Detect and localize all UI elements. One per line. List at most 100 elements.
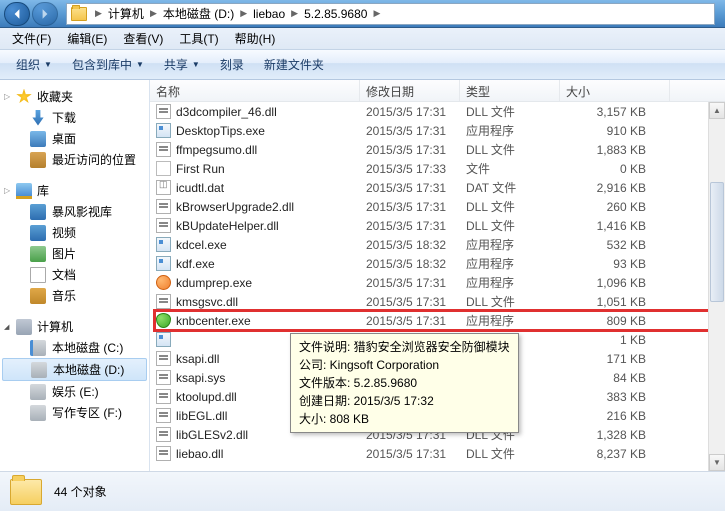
sidebar-item-baofeng[interactable]: 暴风影视库 bbox=[0, 201, 149, 222]
download-icon bbox=[30, 110, 46, 126]
toolbar: 组织▼ 包含到库中▼ 共享▼ 刻录 新建文件夹 bbox=[0, 50, 725, 80]
file-size: 809 KB bbox=[560, 314, 670, 328]
file-row[interactable]: kBrowserUpgrade2.dll2015/3/5 17:31DLL 文件… bbox=[150, 197, 725, 216]
file-name: ktoolupd.dll bbox=[176, 390, 237, 404]
sidebar-item-music[interactable]: 音乐 bbox=[0, 285, 149, 306]
toolbar-share[interactable]: 共享▼ bbox=[154, 52, 210, 77]
file-size: 910 KB bbox=[560, 124, 670, 138]
recent-icon bbox=[30, 152, 46, 168]
picture-icon bbox=[30, 246, 46, 262]
status-text: 44 个对象 bbox=[54, 483, 107, 500]
sidebar-group-computer[interactable]: 计算机 bbox=[0, 316, 149, 337]
file-name: libGLESv2.dll bbox=[176, 428, 248, 442]
sidebar-item-drive-d[interactable]: 本地磁盘 (D:) bbox=[2, 358, 147, 381]
sidebar-item-downloads[interactable]: 下载 bbox=[0, 107, 149, 128]
file-date: 2015/3/5 17:33 bbox=[360, 162, 460, 176]
breadcrumb-segment[interactable]: 计算机 bbox=[106, 5, 146, 22]
menu-file[interactable]: 文件(F) bbox=[4, 28, 59, 49]
sidebar-item-videos[interactable]: 视频 bbox=[0, 222, 149, 243]
file-row[interactable]: d3dcompiler_46.dll2015/3/5 17:31DLL 文件3,… bbox=[150, 102, 725, 121]
file-type-icon bbox=[156, 332, 171, 347]
file-type-icon bbox=[156, 389, 171, 404]
chevron-right-icon[interactable]: ▶ bbox=[236, 8, 251, 19]
file-row[interactable]: DesktopTips.exe2015/3/5 17:31应用程序910 KB bbox=[150, 121, 725, 140]
sidebar-group-favorites[interactable]: 收藏夹 bbox=[0, 86, 149, 107]
file-size: 1,328 KB bbox=[560, 428, 670, 442]
menu-help[interactable]: 帮助(H) bbox=[227, 28, 284, 49]
sidebar-item-pictures[interactable]: 图片 bbox=[0, 243, 149, 264]
file-type-icon bbox=[156, 161, 171, 176]
hdd-icon bbox=[31, 362, 47, 378]
file-size: 260 KB bbox=[560, 200, 670, 214]
file-date: 2015/3/5 17:31 bbox=[360, 295, 460, 309]
sidebar-item-drive-e[interactable]: 娱乐 (E:) bbox=[0, 381, 149, 402]
file-row[interactable]: kdumprep.exe2015/3/5 17:31应用程序1,096 KB bbox=[150, 273, 725, 292]
file-date: 2015/3/5 17:31 bbox=[360, 143, 460, 157]
file-type: 应用程序 bbox=[460, 122, 560, 139]
file-type-icon bbox=[156, 370, 171, 385]
file-size: 3,157 KB bbox=[560, 105, 670, 119]
menu-edit[interactable]: 编辑(E) bbox=[59, 28, 115, 49]
nav-back-button[interactable] bbox=[4, 2, 30, 26]
nav-forward-button[interactable] bbox=[32, 2, 58, 26]
file-type: DLL 文件 bbox=[460, 293, 560, 310]
sidebar-item-drive-c[interactable]: 本地磁盘 (C:) bbox=[0, 337, 149, 358]
file-type: DLL 文件 bbox=[460, 217, 560, 234]
file-size: 2,916 KB bbox=[560, 181, 670, 195]
toolbar-include-lib[interactable]: 包含到库中▼ bbox=[62, 52, 154, 77]
breadcrumb-segment[interactable]: liebao bbox=[251, 7, 287, 21]
menu-tools[interactable]: 工具(T) bbox=[171, 28, 226, 49]
vertical-scrollbar[interactable]: ▲ ▼ bbox=[708, 102, 725, 471]
menu-view[interactable]: 查看(V) bbox=[115, 28, 171, 49]
music-icon bbox=[30, 288, 46, 304]
breadcrumb-segment[interactable]: 5.2.85.9680 bbox=[302, 7, 369, 21]
file-row[interactable]: liebao.dll2015/3/5 17:31DLL 文件8,237 KB bbox=[150, 444, 725, 463]
chevron-right-icon[interactable]: ▶ bbox=[287, 8, 302, 19]
file-row[interactable]: kdcel.exe2015/3/5 18:32应用程序532 KB bbox=[150, 235, 725, 254]
file-name: kBUpdateHelper.dll bbox=[176, 219, 279, 233]
toolbar-organize[interactable]: 组织▼ bbox=[6, 52, 62, 77]
file-type-icon bbox=[156, 351, 171, 366]
file-type-icon bbox=[156, 123, 171, 138]
address-bar[interactable]: ▶ 计算机 ▶ 本地磁盘 (D:) ▶ liebao ▶ 5.2.85.9680… bbox=[66, 3, 715, 25]
toolbar-burn[interactable]: 刻录 bbox=[210, 52, 254, 77]
column-header-name[interactable]: 名称 bbox=[150, 80, 360, 101]
tooltip-line: 大小: 808 KB bbox=[299, 410, 510, 428]
chevron-right-icon[interactable]: ▶ bbox=[91, 8, 106, 19]
file-list-pane: 名称 修改日期 类型 大小 d3dcompiler_46.dll2015/3/5… bbox=[150, 80, 725, 471]
toolbar-new-folder[interactable]: 新建文件夹 bbox=[254, 52, 334, 77]
sidebar-item-drive-f[interactable]: 写作专区 (F:) bbox=[0, 402, 149, 423]
breadcrumb-segment[interactable]: 本地磁盘 (D:) bbox=[161, 5, 236, 22]
file-row[interactable]: kdf.exe2015/3/5 18:32应用程序93 KB bbox=[150, 254, 725, 273]
folder-icon bbox=[10, 479, 42, 505]
file-date: 2015/3/5 17:31 bbox=[360, 181, 460, 195]
sidebar-item-recent[interactable]: 最近访问的位置 bbox=[0, 149, 149, 170]
file-date: 2015/3/5 17:31 bbox=[360, 447, 460, 461]
file-row[interactable]: knbcenter.exe2015/3/5 17:31应用程序809 KB bbox=[150, 311, 725, 330]
file-size: 171 KB bbox=[560, 352, 670, 366]
scroll-thumb[interactable] bbox=[710, 182, 724, 302]
file-type: DLL 文件 bbox=[460, 445, 560, 462]
scroll-down-button[interactable]: ▼ bbox=[709, 454, 725, 471]
column-header-size[interactable]: 大小 bbox=[560, 80, 670, 101]
file-row[interactable]: First Run2015/3/5 17:33文件0 KB bbox=[150, 159, 725, 178]
chevron-right-icon[interactable]: ▶ bbox=[146, 8, 161, 19]
sidebar-group-libraries[interactable]: 库 bbox=[0, 180, 149, 201]
file-row[interactable]: icudtl.dat2015/3/5 17:31DAT 文件2,916 KB bbox=[150, 178, 725, 197]
file-row[interactable]: kmsgsvc.dll2015/3/5 17:31DLL 文件1,051 KB bbox=[150, 292, 725, 311]
sidebar-item-desktop[interactable]: 桌面 bbox=[0, 128, 149, 149]
file-type: DLL 文件 bbox=[460, 198, 560, 215]
column-header-date[interactable]: 修改日期 bbox=[360, 80, 460, 101]
file-type-icon bbox=[156, 294, 171, 309]
file-type-icon bbox=[156, 218, 171, 233]
file-name: DesktopTips.exe bbox=[176, 124, 265, 138]
sidebar-item-documents[interactable]: 文档 bbox=[0, 264, 149, 285]
navigation-pane: 收藏夹 下载 桌面 最近访问的位置 库 暴风影视库 视频 图片 文档 音乐 计算… bbox=[0, 80, 150, 471]
column-header-type[interactable]: 类型 bbox=[460, 80, 560, 101]
chevron-right-icon[interactable]: ▶ bbox=[369, 8, 384, 19]
scroll-up-button[interactable]: ▲ bbox=[709, 102, 725, 119]
file-row[interactable]: ffmpegsumo.dll2015/3/5 17:31DLL 文件1,883 … bbox=[150, 140, 725, 159]
file-row[interactable]: kBUpdateHelper.dll2015/3/5 17:31DLL 文件1,… bbox=[150, 216, 725, 235]
hdd-icon bbox=[30, 384, 46, 400]
file-name: icudtl.dat bbox=[176, 181, 224, 195]
